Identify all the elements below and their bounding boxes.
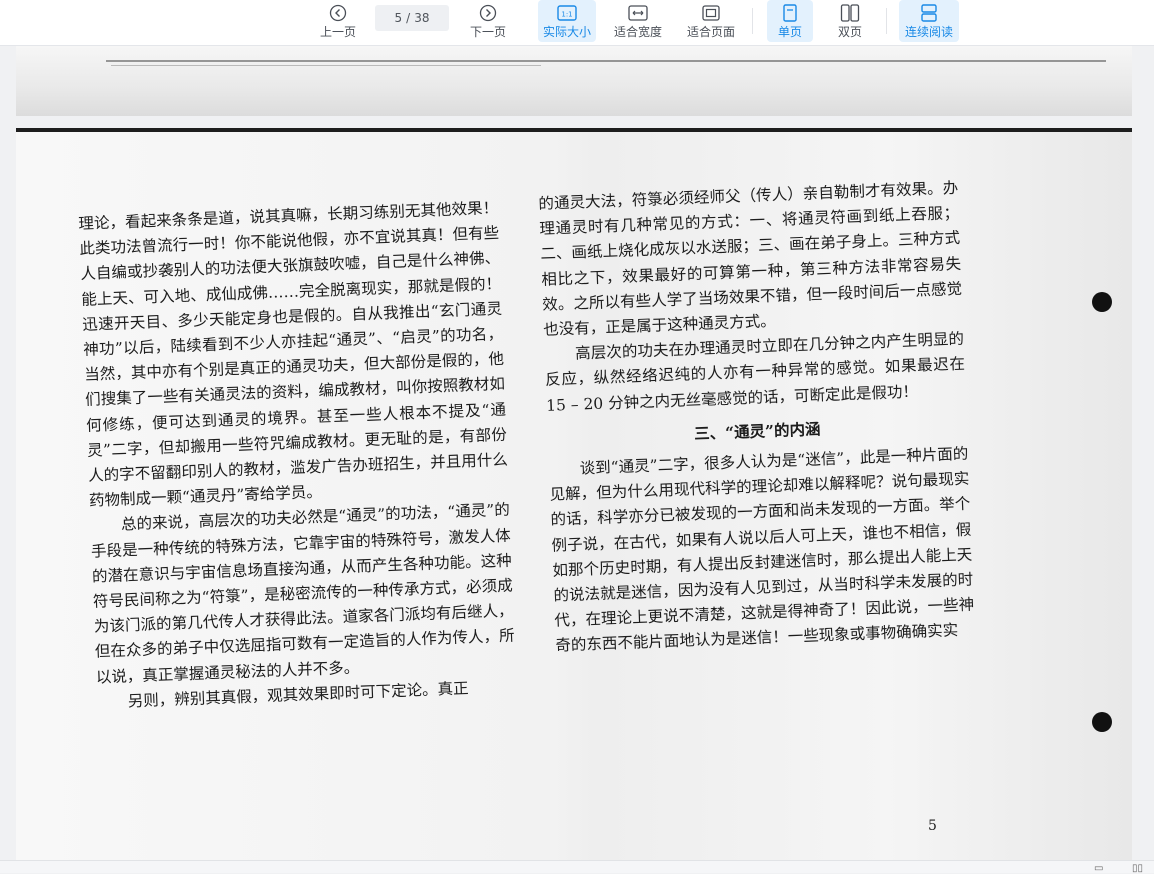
fit-page-button[interactable]: 适合页面 <box>684 0 738 42</box>
paragraph: 谈到“通灵”二字，很多人认为是“迷信”，此是一种片面的见解，但为什么用现代科学的… <box>549 444 975 656</box>
status-bar: ▭ ▯▯ <box>0 860 1154 874</box>
page-rule <box>111 65 541 66</box>
binding-hole <box>1092 292 1112 312</box>
actual-size-icon: 1:1 <box>556 3 578 23</box>
double-page-button[interactable]: 双页 <box>828 0 872 42</box>
toolbar-divider <box>886 8 887 34</box>
continuous-reading-icon <box>918 3 940 23</box>
single-page-button[interactable]: 单页 <box>767 0 813 42</box>
next-page-label: 下一页 <box>469 25 506 39</box>
paragraph: 总的来说，高层次的功夫必然是“通灵”的功法，“通灵”的手段是一种传统的特殊方法，… <box>90 501 515 687</box>
chevron-right-icon <box>477 3 499 23</box>
prev-page-button[interactable]: 上一页 <box>318 0 358 42</box>
right-page-text: 的通灵大法，符箓必须经师父（传人）亲自勒制才有效果。办理通灵时有几种常见的方式：… <box>538 176 976 659</box>
right-page-number: 5 <box>928 818 937 834</box>
double-page-icon <box>839 3 861 23</box>
actual-size-label: 实际大小 <box>542 25 591 39</box>
document-viewport[interactable]: 理论，看起来条条是道，说其真嘛，长期习练别无其他效果！此类功法曾流行一时！你不能… <box>0 46 1154 860</box>
fit-page-label: 适合页面 <box>686 25 735 39</box>
fit-width-button[interactable]: 适合宽度 <box>612 0 664 42</box>
paragraph: 理论，看起来条条是道，说其真嘛，长期习练别无其他效果！此类功法曾流行一时！你不能… <box>78 198 509 511</box>
reader-toolbar: 上一页 5 / 38 下一页 1:1 实际大小 适合宽度 适合页面 单页 双页 … <box>0 0 1154 46</box>
continuous-reading-label: 连续阅读 <box>904 25 953 39</box>
actual-size-button[interactable]: 1:1 实际大小 <box>538 0 596 42</box>
chevron-left-icon <box>327 3 349 23</box>
single-page-label: 单页 <box>777 25 802 39</box>
fit-page-icon <box>700 3 722 23</box>
page-number-input[interactable]: 5 / 38 <box>375 5 449 31</box>
single-page-icon <box>779 3 801 23</box>
current-page: 5 <box>394 11 403 25</box>
current-page-scan: 理论，看起来条条是道，说其真嘛，长期习练别无其他效果！此类功法曾流行一时！你不能… <box>16 128 1132 860</box>
fit-width-label: 适合宽度 <box>613 25 662 39</box>
svg-text:1:1: 1:1 <box>561 11 572 19</box>
continuous-reading-button[interactable]: 连续阅读 <box>899 0 959 42</box>
fit-width-icon <box>627 3 649 23</box>
page-separator: / <box>406 11 411 25</box>
previous-page-scan <box>16 46 1132 116</box>
prev-page-label: 上一页 <box>319 25 356 39</box>
page-rule <box>106 60 1106 62</box>
binding-hole <box>1092 712 1112 732</box>
left-page-text: 理论，看起来条条是道，说其真嘛，长期习练别无其他效果！此类功法曾流行一时！你不能… <box>78 196 517 716</box>
paragraph: 高层次的功夫在办理通灵时立即在几分钟之内产生明显的反应，纵然经络迟纯的人亦有一种… <box>544 329 966 415</box>
next-page-button[interactable]: 下一页 <box>468 0 508 42</box>
double-page-label: 双页 <box>837 25 862 39</box>
paragraph: 的通灵大法，符箓必须经师父（传人）亲自勒制才有效果。办理通灵时有几种常见的方式：… <box>538 178 963 339</box>
total-pages: 38 <box>414 11 430 25</box>
toolbar-divider <box>752 8 753 34</box>
